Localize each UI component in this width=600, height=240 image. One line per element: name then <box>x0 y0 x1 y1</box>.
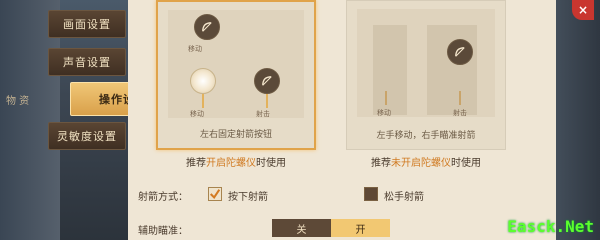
joystick-icon <box>190 68 216 94</box>
label-move: 移动 <box>188 45 202 53</box>
bow-icon <box>447 39 473 65</box>
indicator-line <box>202 94 204 108</box>
layout-caption: 左手移动，右手瞄准射箭 <box>376 131 476 141</box>
hint-highlight: 未开启陀螺仪 <box>391 158 451 169</box>
label-fire: 射击 <box>453 109 467 117</box>
toggle-on[interactable]: 开 <box>331 219 390 237</box>
aim-assist-toggle[interactable]: 关 开 <box>272 219 390 237</box>
label-fire: 射击 <box>256 110 270 118</box>
close-button[interactable]: × <box>572 0 594 20</box>
layout-preview: 移动 射击 <box>357 9 495 117</box>
hint-post: 时使用 <box>256 158 286 169</box>
checkbox-press-shoot[interactable] <box>208 187 222 201</box>
check-icon <box>209 189 221 200</box>
settings-menu: 画面设置 声音设置 操作设置 灵敏度设置 <box>48 0 176 240</box>
bow-icon <box>254 68 280 94</box>
aim-assist-label: 辅助瞄准： <box>138 226 188 237</box>
menu-item-label: 声音设置 <box>63 56 111 69</box>
checkbox-release-shoot[interactable] <box>364 187 378 201</box>
layout-option-fixed-buttons[interactable]: 移动 移动 射击 左右固定射箭按钮 <box>156 0 316 150</box>
hint-highlight: 开启陀螺仪 <box>206 158 256 169</box>
menu-item-graphics[interactable]: 画面设置 <box>48 10 126 38</box>
recommend-hint-right: 推荐未开启陀螺仪时使用 <box>346 154 506 169</box>
layout-option-move-aim[interactable]: 移动 射击 左手移动，右手瞄准射箭 <box>346 0 506 150</box>
hint-pre: 推荐 <box>186 158 206 169</box>
toggle-off[interactable]: 关 <box>272 219 331 237</box>
watermark: Easck.Net <box>507 217 594 236</box>
shoot-mode-label: 射箭方式： <box>138 192 188 203</box>
option-release-label: 松手射箭 <box>384 192 424 203</box>
hint-post: 时使用 <box>451 158 481 169</box>
indicator-line <box>385 91 387 105</box>
layout-caption: 左右固定射箭按钮 <box>199 130 272 140</box>
move-area <box>373 25 407 115</box>
option-press-label: 按下射箭 <box>228 192 268 203</box>
recommend-hint-left: 推荐开启陀螺仪时使用 <box>156 154 316 169</box>
menu-item-sensitivity[interactable]: 灵敏度设置 <box>48 122 126 150</box>
bow-icon <box>194 14 220 40</box>
label-move: 移动 <box>190 110 204 118</box>
background-game-text: 物 资 <box>6 96 30 107</box>
controls-settings-panel: 移动 移动 射击 左右固定射箭按钮 推荐开启陀螺仪时使用 移动 射击 左手移动，… <box>128 0 556 240</box>
label-move: 移动 <box>377 109 391 117</box>
indicator-line <box>459 91 461 105</box>
menu-item-sound[interactable]: 声音设置 <box>48 48 126 76</box>
layout-preview: 移动 移动 射击 <box>168 10 304 118</box>
menu-item-label: 灵敏度设置 <box>57 130 117 143</box>
aim-area <box>427 25 477 115</box>
menu-item-label: 画面设置 <box>63 18 111 31</box>
hint-pre: 推荐 <box>371 158 391 169</box>
indicator-line <box>266 94 268 108</box>
